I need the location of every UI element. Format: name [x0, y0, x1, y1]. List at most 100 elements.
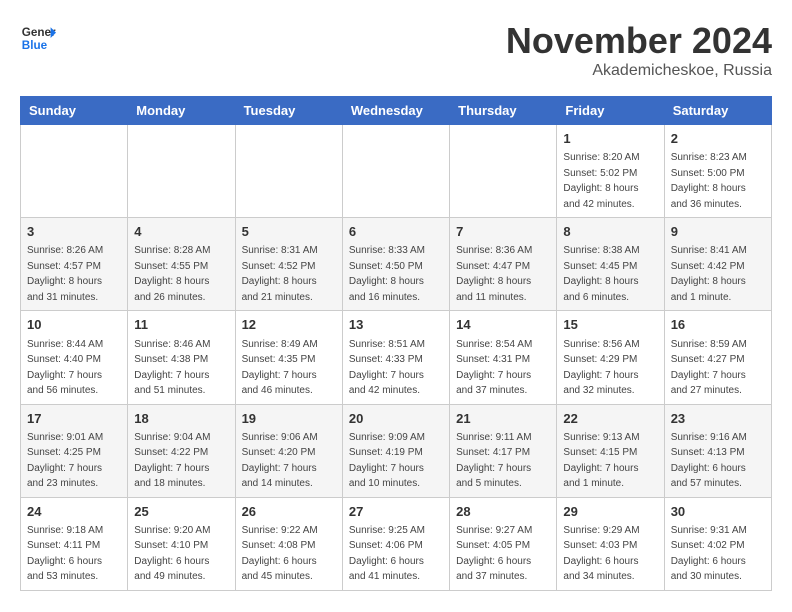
day-info: Sunrise: 8:54 AM Sunset: 4:31 PM Dayligh…	[456, 339, 532, 397]
day-info: Sunrise: 9:20 AM Sunset: 4:10 PM Dayligh…	[134, 525, 210, 583]
calendar-cell: 2 Sunrise: 8:23 AM Sunset: 5:00 PM Daylig…	[664, 125, 771, 218]
day-info: Sunrise: 8:20 AM Sunset: 5:02 PM Dayligh…	[563, 152, 639, 210]
calendar-cell: 13 Sunrise: 8:51 AM Sunset: 4:33 PM Dayli…	[342, 311, 449, 404]
day-info: Sunrise: 8:31 AM Sunset: 4:52 PM Dayligh…	[242, 245, 318, 303]
day-info: Sunrise: 8:56 AM Sunset: 4:29 PM Dayligh…	[563, 339, 639, 397]
day-number: 5	[242, 223, 336, 241]
day-number: 28	[456, 503, 550, 521]
day-info: Sunrise: 9:29 AM Sunset: 4:03 PM Dayligh…	[563, 525, 639, 583]
calendar-cell: 30 Sunrise: 9:31 AM Sunset: 4:02 PM Dayli…	[664, 497, 771, 590]
calendar-cell: 25 Sunrise: 9:20 AM Sunset: 4:10 PM Dayli…	[128, 497, 235, 590]
calendar-table: SundayMondayTuesdayWednesdayThursdayFrid…	[20, 96, 772, 591]
day-number: 23	[671, 410, 765, 428]
calendar-cell: 19Sunrise: 9:06 AM Sunset: 4:20 PM Dayli…	[235, 404, 342, 497]
day-info: Sunrise: 9:13 AM Sunset: 4:15 PM Dayligh…	[563, 432, 639, 490]
calendar-week-3: 10 Sunrise: 8:44 AM Sunset: 4:40 PM Dayli…	[21, 311, 772, 404]
day-info: Sunrise: 9:27 AM Sunset: 4:05 PM Dayligh…	[456, 525, 532, 583]
col-header-friday: Friday	[557, 97, 664, 125]
logo-icon: General Blue	[20, 20, 56, 56]
day-number: 8	[563, 223, 657, 241]
calendar-cell: 12 Sunrise: 8:49 AM Sunset: 4:35 PM Dayli…	[235, 311, 342, 404]
day-info: Sunrise: 8:51 AM Sunset: 4:33 PM Dayligh…	[349, 339, 425, 397]
day-number: 18	[134, 410, 228, 428]
day-number: 15	[563, 316, 657, 334]
title-block: November 2024 Akademicheskoe, Russia	[506, 20, 772, 80]
calendar-cell: 27 Sunrise: 9:25 AM Sunset: 4:06 PM Dayli…	[342, 497, 449, 590]
day-number: 14	[456, 316, 550, 334]
day-number: 13	[349, 316, 443, 334]
calendar-cell: 5 Sunrise: 8:31 AM Sunset: 4:52 PM Daylig…	[235, 218, 342, 311]
col-header-sunday: Sunday	[21, 97, 128, 125]
calendar-cell: 11 Sunrise: 8:46 AM Sunset: 4:38 PM Dayli…	[128, 311, 235, 404]
day-number: 9	[671, 223, 765, 241]
calendar-cell: 22 Sunrise: 9:13 AM Sunset: 4:15 PM Dayli…	[557, 404, 664, 497]
day-number: 7	[456, 223, 550, 241]
day-number: 26	[242, 503, 336, 521]
day-number: 2	[671, 130, 765, 148]
day-info: Sunrise: 9:31 AM Sunset: 4:02 PM Dayligh…	[671, 525, 747, 583]
day-number: 24	[27, 503, 121, 521]
calendar-week-1: 1 Sunrise: 8:20 AM Sunset: 5:02 PM Daylig…	[21, 125, 772, 218]
day-number: 25	[134, 503, 228, 521]
calendar-cell: 7 Sunrise: 8:36 AM Sunset: 4:47 PM Daylig…	[450, 218, 557, 311]
location: Akademicheskoe, Russia	[506, 62, 772, 80]
calendar-cell: 28 Sunrise: 9:27 AM Sunset: 4:05 PM Dayli…	[450, 497, 557, 590]
calendar-cell: 21 Sunrise: 9:11 AM Sunset: 4:17 PM Dayli…	[450, 404, 557, 497]
calendar-week-4: 17Sunrise: 9:01 AM Sunset: 4:25 PM Dayli…	[21, 404, 772, 497]
calendar-cell: 8 Sunrise: 8:38 AM Sunset: 4:45 PM Daylig…	[557, 218, 664, 311]
day-info: Sunrise: 8:33 AM Sunset: 4:50 PM Dayligh…	[349, 245, 425, 303]
calendar-cell	[21, 125, 128, 218]
calendar-cell	[235, 125, 342, 218]
day-number: 21	[456, 410, 550, 428]
calendar-cell: 20 Sunrise: 9:09 AM Sunset: 4:19 PM Dayli…	[342, 404, 449, 497]
day-number: 10	[27, 316, 121, 334]
day-info: Sunrise: 8:38 AM Sunset: 4:45 PM Dayligh…	[563, 245, 639, 303]
col-header-thursday: Thursday	[450, 97, 557, 125]
day-number: 11	[134, 316, 228, 334]
calendar-cell: 14 Sunrise: 8:54 AM Sunset: 4:31 PM Dayli…	[450, 311, 557, 404]
day-info: Sunrise: 8:44 AM Sunset: 4:40 PM Dayligh…	[27, 339, 103, 397]
day-info: Sunrise: 8:46 AM Sunset: 4:38 PM Dayligh…	[134, 339, 210, 397]
day-number: 22	[563, 410, 657, 428]
calendar-cell: 24 Sunrise: 9:18 AM Sunset: 4:11 PM Dayli…	[21, 497, 128, 590]
day-info: Sunrise: 8:23 AM Sunset: 5:00 PM Dayligh…	[671, 152, 747, 210]
day-info: Sunrise: 9:22 AM Sunset: 4:08 PM Dayligh…	[242, 525, 318, 583]
page-header: General Blue November 2024 Akademichesko…	[20, 20, 772, 80]
svg-text:Blue: Blue	[22, 39, 48, 52]
day-info: Sunrise: 9:01 AM Sunset: 4:25 PM Dayligh…	[27, 432, 103, 490]
calendar-cell: 23Sunrise: 9:16 AM Sunset: 4:13 PM Dayli…	[664, 404, 771, 497]
calendar-cell	[450, 125, 557, 218]
calendar-cell: 9 Sunrise: 8:41 AM Sunset: 4:42 PM Daylig…	[664, 218, 771, 311]
day-info: Sunrise: 9:11 AM Sunset: 4:17 PM Dayligh…	[456, 432, 531, 490]
day-info: Sunrise: 8:49 AM Sunset: 4:35 PM Dayligh…	[242, 339, 318, 397]
col-header-wednesday: Wednesday	[342, 97, 449, 125]
calendar-cell: 1 Sunrise: 8:20 AM Sunset: 5:02 PM Daylig…	[557, 125, 664, 218]
day-number: 20	[349, 410, 443, 428]
day-info: Sunrise: 9:18 AM Sunset: 4:11 PM Dayligh…	[27, 525, 103, 583]
day-info: Sunrise: 9:04 AM Sunset: 4:22 PM Dayligh…	[134, 432, 210, 490]
col-header-tuesday: Tuesday	[235, 97, 342, 125]
calendar-cell: 10 Sunrise: 8:44 AM Sunset: 4:40 PM Dayli…	[21, 311, 128, 404]
day-number: 12	[242, 316, 336, 334]
calendar-cell: 29Sunrise: 9:29 AM Sunset: 4:03 PM Dayli…	[557, 497, 664, 590]
day-info: Sunrise: 8:41 AM Sunset: 4:42 PM Dayligh…	[671, 245, 747, 303]
calendar-cell: 6Sunrise: 8:33 AM Sunset: 4:50 PM Daylig…	[342, 218, 449, 311]
day-info: Sunrise: 8:28 AM Sunset: 4:55 PM Dayligh…	[134, 245, 210, 303]
day-info: Sunrise: 8:26 AM Sunset: 4:57 PM Dayligh…	[27, 245, 103, 303]
day-number: 19	[242, 410, 336, 428]
col-header-monday: Monday	[128, 97, 235, 125]
col-header-saturday: Saturday	[664, 97, 771, 125]
day-number: 30	[671, 503, 765, 521]
logo: General Blue	[20, 20, 56, 56]
calendar-cell: 17Sunrise: 9:01 AM Sunset: 4:25 PM Dayli…	[21, 404, 128, 497]
calendar-cell: 15 Sunrise: 8:56 AM Sunset: 4:29 PM Dayli…	[557, 311, 664, 404]
day-info: Sunrise: 9:09 AM Sunset: 4:19 PM Dayligh…	[349, 432, 425, 490]
day-info: Sunrise: 9:25 AM Sunset: 4:06 PM Dayligh…	[349, 525, 425, 583]
day-number: 1	[563, 130, 657, 148]
month-title: November 2024	[506, 20, 772, 62]
calendar-cell: 4Sunrise: 8:28 AM Sunset: 4:55 PM Daylig…	[128, 218, 235, 311]
day-info: Sunrise: 8:59 AM Sunset: 4:27 PM Dayligh…	[671, 339, 747, 397]
day-number: 16	[671, 316, 765, 334]
day-number: 27	[349, 503, 443, 521]
day-info: Sunrise: 8:36 AM Sunset: 4:47 PM Dayligh…	[456, 245, 532, 303]
